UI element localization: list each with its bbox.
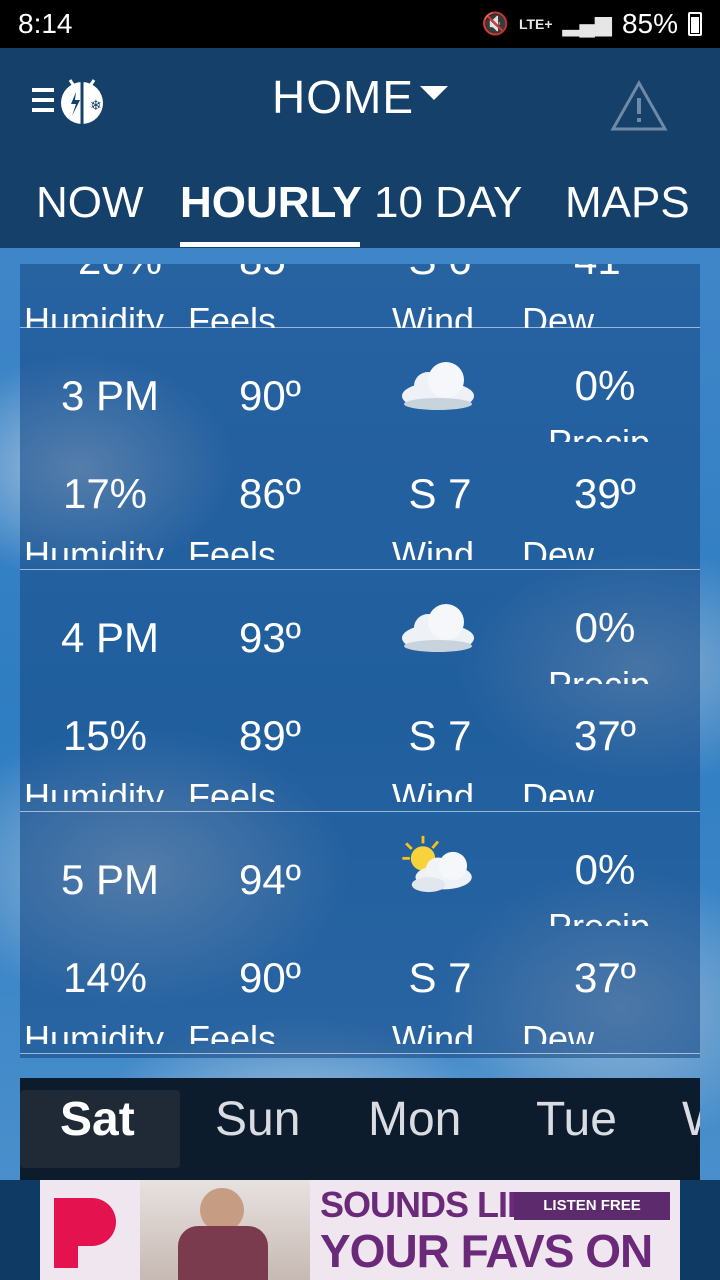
dew-value: 39º: [573, 470, 637, 517]
active-tab-indicator: [180, 242, 360, 247]
pandora-logo-icon: [54, 1198, 116, 1268]
hour-row[interactable]: 4 PM 93º 0% Precip 15% 89º S 7 37º Humid…: [20, 570, 700, 812]
precip-label: Precip: [548, 664, 668, 684]
hour-row[interactable]: 5 PM 94º 0% Precip 14% 90º S 7 37º: [20, 812, 700, 1054]
precip-value: 0%: [574, 604, 636, 651]
humidity-label: Humidity: [24, 534, 165, 560]
humidity-value: 20%: [50, 264, 190, 284]
precip-label: Precip: [548, 422, 668, 442]
battery-icon: [688, 12, 702, 36]
precip-value: 0%: [574, 362, 636, 409]
ad-person-body: [178, 1226, 268, 1280]
wind-value: S 7: [408, 954, 472, 1001]
ad-banner[interactable]: SOUNDS LIKE YOUR FAVS ON REPEAT LISTEN F…: [40, 1180, 680, 1280]
location-label: HOME: [272, 71, 414, 123]
wind-label: Wind: [392, 776, 475, 802]
wind-label: Wind: [392, 534, 475, 560]
wind-label: Wind: [392, 300, 475, 328]
dew-value: 37º: [573, 954, 637, 1001]
status-time: 8:14: [18, 8, 73, 39]
row-divider: [20, 1053, 700, 1054]
dew-label: Dew: [522, 300, 595, 328]
hourly-forecast-list[interactable]: 20% 85º S 6 41º Humidity Feels Wind Dew …: [20, 264, 700, 1058]
feels-value: 90º: [238, 954, 302, 1001]
alert-warning-icon[interactable]: [610, 80, 668, 132]
cloudy-icon: [402, 604, 474, 652]
network-label: LTE+: [518, 16, 553, 32]
humidity-label: Humidity: [24, 776, 165, 802]
ad-photo: [140, 1180, 310, 1280]
dew-value: 37º: [573, 712, 637, 759]
ad-headline-2: YOUR FAVS ON REPEAT: [320, 1225, 653, 1280]
feels-value: 89º: [238, 712, 302, 759]
app-header: ❄ HOME NOW HOURLY 10 DAY MAPS: [0, 48, 720, 248]
hour-time: 3 PM: [60, 372, 160, 419]
wind-label: Wind: [392, 1018, 475, 1044]
ad-listen-free-button[interactable]: LISTEN FREE: [514, 1192, 670, 1220]
day-tab-wed[interactable]: W: [682, 1092, 700, 1147]
wind-value: S 6: [380, 264, 500, 284]
humidity-label: Humidity: [24, 300, 165, 328]
hour-temp: 94º: [238, 856, 302, 903]
hour-row-partial[interactable]: 20% 85º S 6 41º Humidity Feels Wind Dew: [20, 264, 700, 328]
humidity-value: 14%: [62, 954, 148, 1001]
cloudy-icon: [402, 362, 474, 410]
dew-label: Dew: [522, 776, 595, 802]
hour-row[interactable]: 3 PM 90º 0% Precip 17% 86º S 7 39º Humid…: [20, 328, 700, 570]
caret-down-icon: [420, 85, 448, 100]
day-selector[interactable]: Sat Sun Mon Tue W: [20, 1078, 700, 1180]
status-icons: 🔇 LTE+ ▂▄▆ 85%: [482, 8, 702, 40]
hour-time: 5 PM: [60, 856, 160, 903]
partly-cloudy-icon: [402, 835, 472, 893]
hour-temp: 90º: [238, 372, 302, 419]
day-tab-mon[interactable]: Mon: [368, 1092, 461, 1147]
feels-label: Feels: [188, 300, 277, 328]
mute-icon: 🔇: [481, 11, 509, 36]
hour-time: 4 PM: [60, 614, 160, 661]
hourly-content[interactable]: 20% 85º S 6 41º Humidity Feels Wind Dew …: [0, 248, 720, 1180]
day-tab-sat[interactable]: Sat: [60, 1092, 135, 1147]
tab-hourly[interactable]: HOURLY: [180, 178, 362, 228]
day-tab-sun[interactable]: Sun: [215, 1092, 300, 1147]
wind-value: S 7: [408, 470, 472, 517]
main-tabs: NOW HOURLY 10 DAY MAPS: [0, 168, 720, 248]
humidity-label: Humidity: [24, 1018, 165, 1044]
feels-label: Feels: [188, 534, 277, 560]
dew-label: Dew: [522, 534, 595, 560]
header-row: ❄ HOME: [0, 48, 720, 148]
battery-percent: 85%: [621, 8, 678, 39]
humidity-value: 15%: [62, 712, 148, 759]
tab-maps[interactable]: MAPS: [565, 178, 690, 228]
dew-value: 41º: [540, 264, 670, 284]
feels-value: 86º: [238, 470, 302, 517]
feels-label: Feels: [188, 776, 277, 802]
feels-value: 85º: [210, 264, 330, 284]
humidity-value: 17%: [62, 470, 148, 517]
ad-area: SOUNDS LIKE YOUR FAVS ON REPEAT LISTEN F…: [0, 1180, 720, 1280]
tab-now[interactable]: NOW: [36, 178, 144, 228]
status-bar: 8:14 🔇 LTE+ ▂▄▆ 85%: [0, 0, 720, 48]
feels-label: Feels: [188, 1018, 277, 1044]
tab-10-day[interactable]: 10 DAY: [374, 178, 522, 228]
precip-value: 0%: [574, 846, 636, 893]
signal-icon: ▂▄▆: [562, 11, 612, 36]
dew-label: Dew: [522, 1018, 595, 1044]
precip-label: Precip: [548, 906, 668, 926]
hour-temp: 93º: [238, 614, 302, 661]
day-tab-tue[interactable]: Tue: [536, 1092, 617, 1147]
wind-value: S 7: [408, 712, 472, 759]
